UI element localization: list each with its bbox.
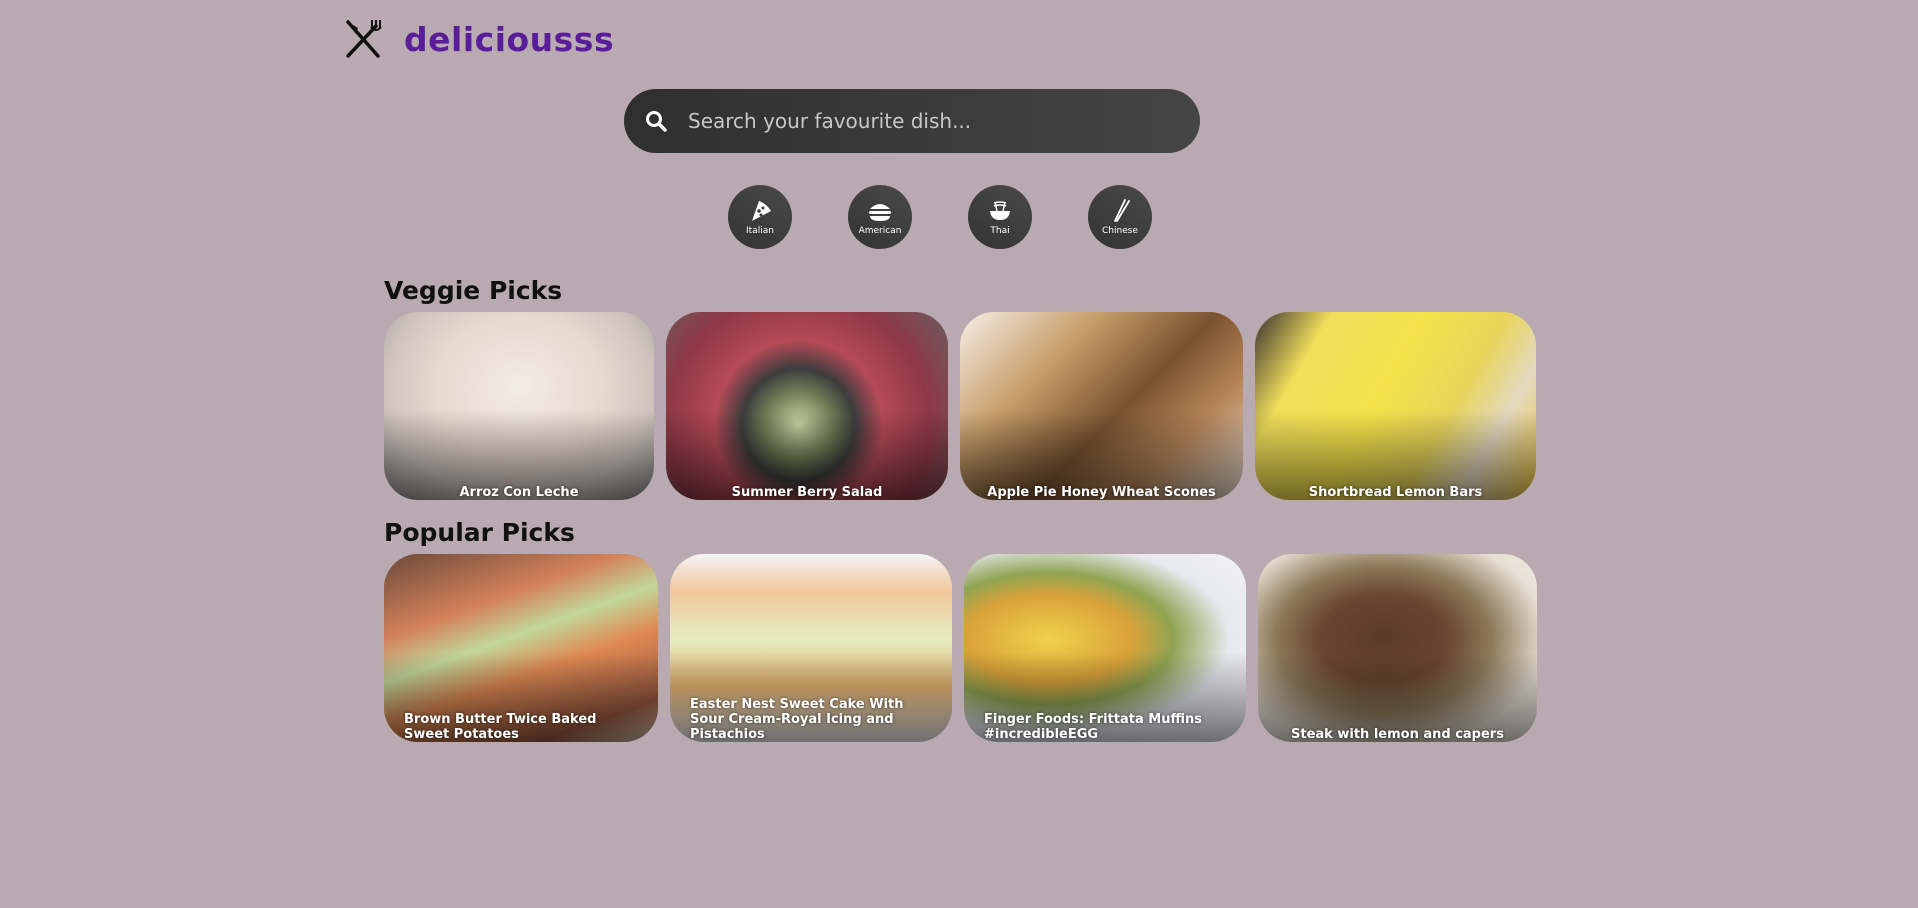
- fork-knife-icon: [346, 20, 382, 58]
- brand-name: deliciousss: [404, 19, 615, 59]
- cuisine-chinese-button[interactable]: Chinese: [1088, 185, 1152, 249]
- recipe-card[interactable]: Finger Foods: Frittata Muffins #incredib…: [964, 554, 1246, 742]
- recipe-card[interactable]: Steak with lemon and capers: [1258, 554, 1537, 742]
- burger-icon: [869, 203, 891, 221]
- noodle-bowl-icon: [990, 200, 1010, 220]
- pizza-icon: [752, 200, 771, 221]
- recipe-title: Brown Butter Twice Baked Sweet Potatoes: [404, 712, 597, 742]
- recipe-card[interactable]: Shortbread Lemon Bars: [1255, 312, 1536, 500]
- cuisine-nav: Italian American Thai Chinese: [728, 185, 1208, 249]
- cuisine-thai-button[interactable]: Thai: [968, 185, 1032, 249]
- cuisine-label: Italian: [746, 225, 774, 236]
- cuisine-label: Thai: [990, 225, 1010, 236]
- cuisine-american-button[interactable]: American: [848, 185, 912, 249]
- search-input[interactable]: [686, 108, 1170, 134]
- search-bar: [624, 89, 1200, 153]
- popular-picks-row: Brown Butter Twice Baked Sweet Potatoes …: [384, 554, 1549, 742]
- recipe-title: Steak with lemon and capers: [1291, 727, 1504, 742]
- recipe-title: Finger Foods: Frittata Muffins #incredib…: [984, 712, 1202, 742]
- veggie-picks-row: Arroz Con Leche Summer Berry Salad Apple…: [384, 312, 1548, 500]
- recipe-title: Arroz Con Leche: [459, 485, 579, 500]
- recipe-title: Summer Berry Salad: [731, 485, 883, 500]
- recipe-title: Apple Pie Honey Wheat Scones: [987, 485, 1216, 500]
- popular-picks-heading: Popular Picks: [384, 518, 575, 547]
- veggie-picks-heading: Veggie Picks: [384, 276, 563, 305]
- recipe-card[interactable]: Summer Berry Salad: [666, 312, 948, 500]
- recipe-title: Shortbread Lemon Bars: [1308, 485, 1483, 500]
- cuisine-label: Chinese: [1102, 225, 1138, 236]
- cuisine-italian-button[interactable]: Italian: [728, 185, 792, 249]
- site-logo[interactable]: deliciousss: [344, 18, 614, 60]
- recipe-card[interactable]: Easter Nest Sweet Cake With Sour Cream-R…: [670, 554, 952, 742]
- recipe-card[interactable]: Apple Pie Honey Wheat Scones: [960, 312, 1243, 500]
- recipe-card[interactable]: Arroz Con Leche: [384, 312, 654, 500]
- cuisine-label: American: [858, 225, 902, 236]
- recipe-card[interactable]: Brown Butter Twice Baked Sweet Potatoes: [384, 554, 658, 742]
- chopsticks-icon: [1114, 198, 1130, 222]
- recipe-title: Easter Nest Sweet Cake With Sour Cream-R…: [690, 697, 904, 742]
- search-icon[interactable]: [644, 109, 668, 133]
